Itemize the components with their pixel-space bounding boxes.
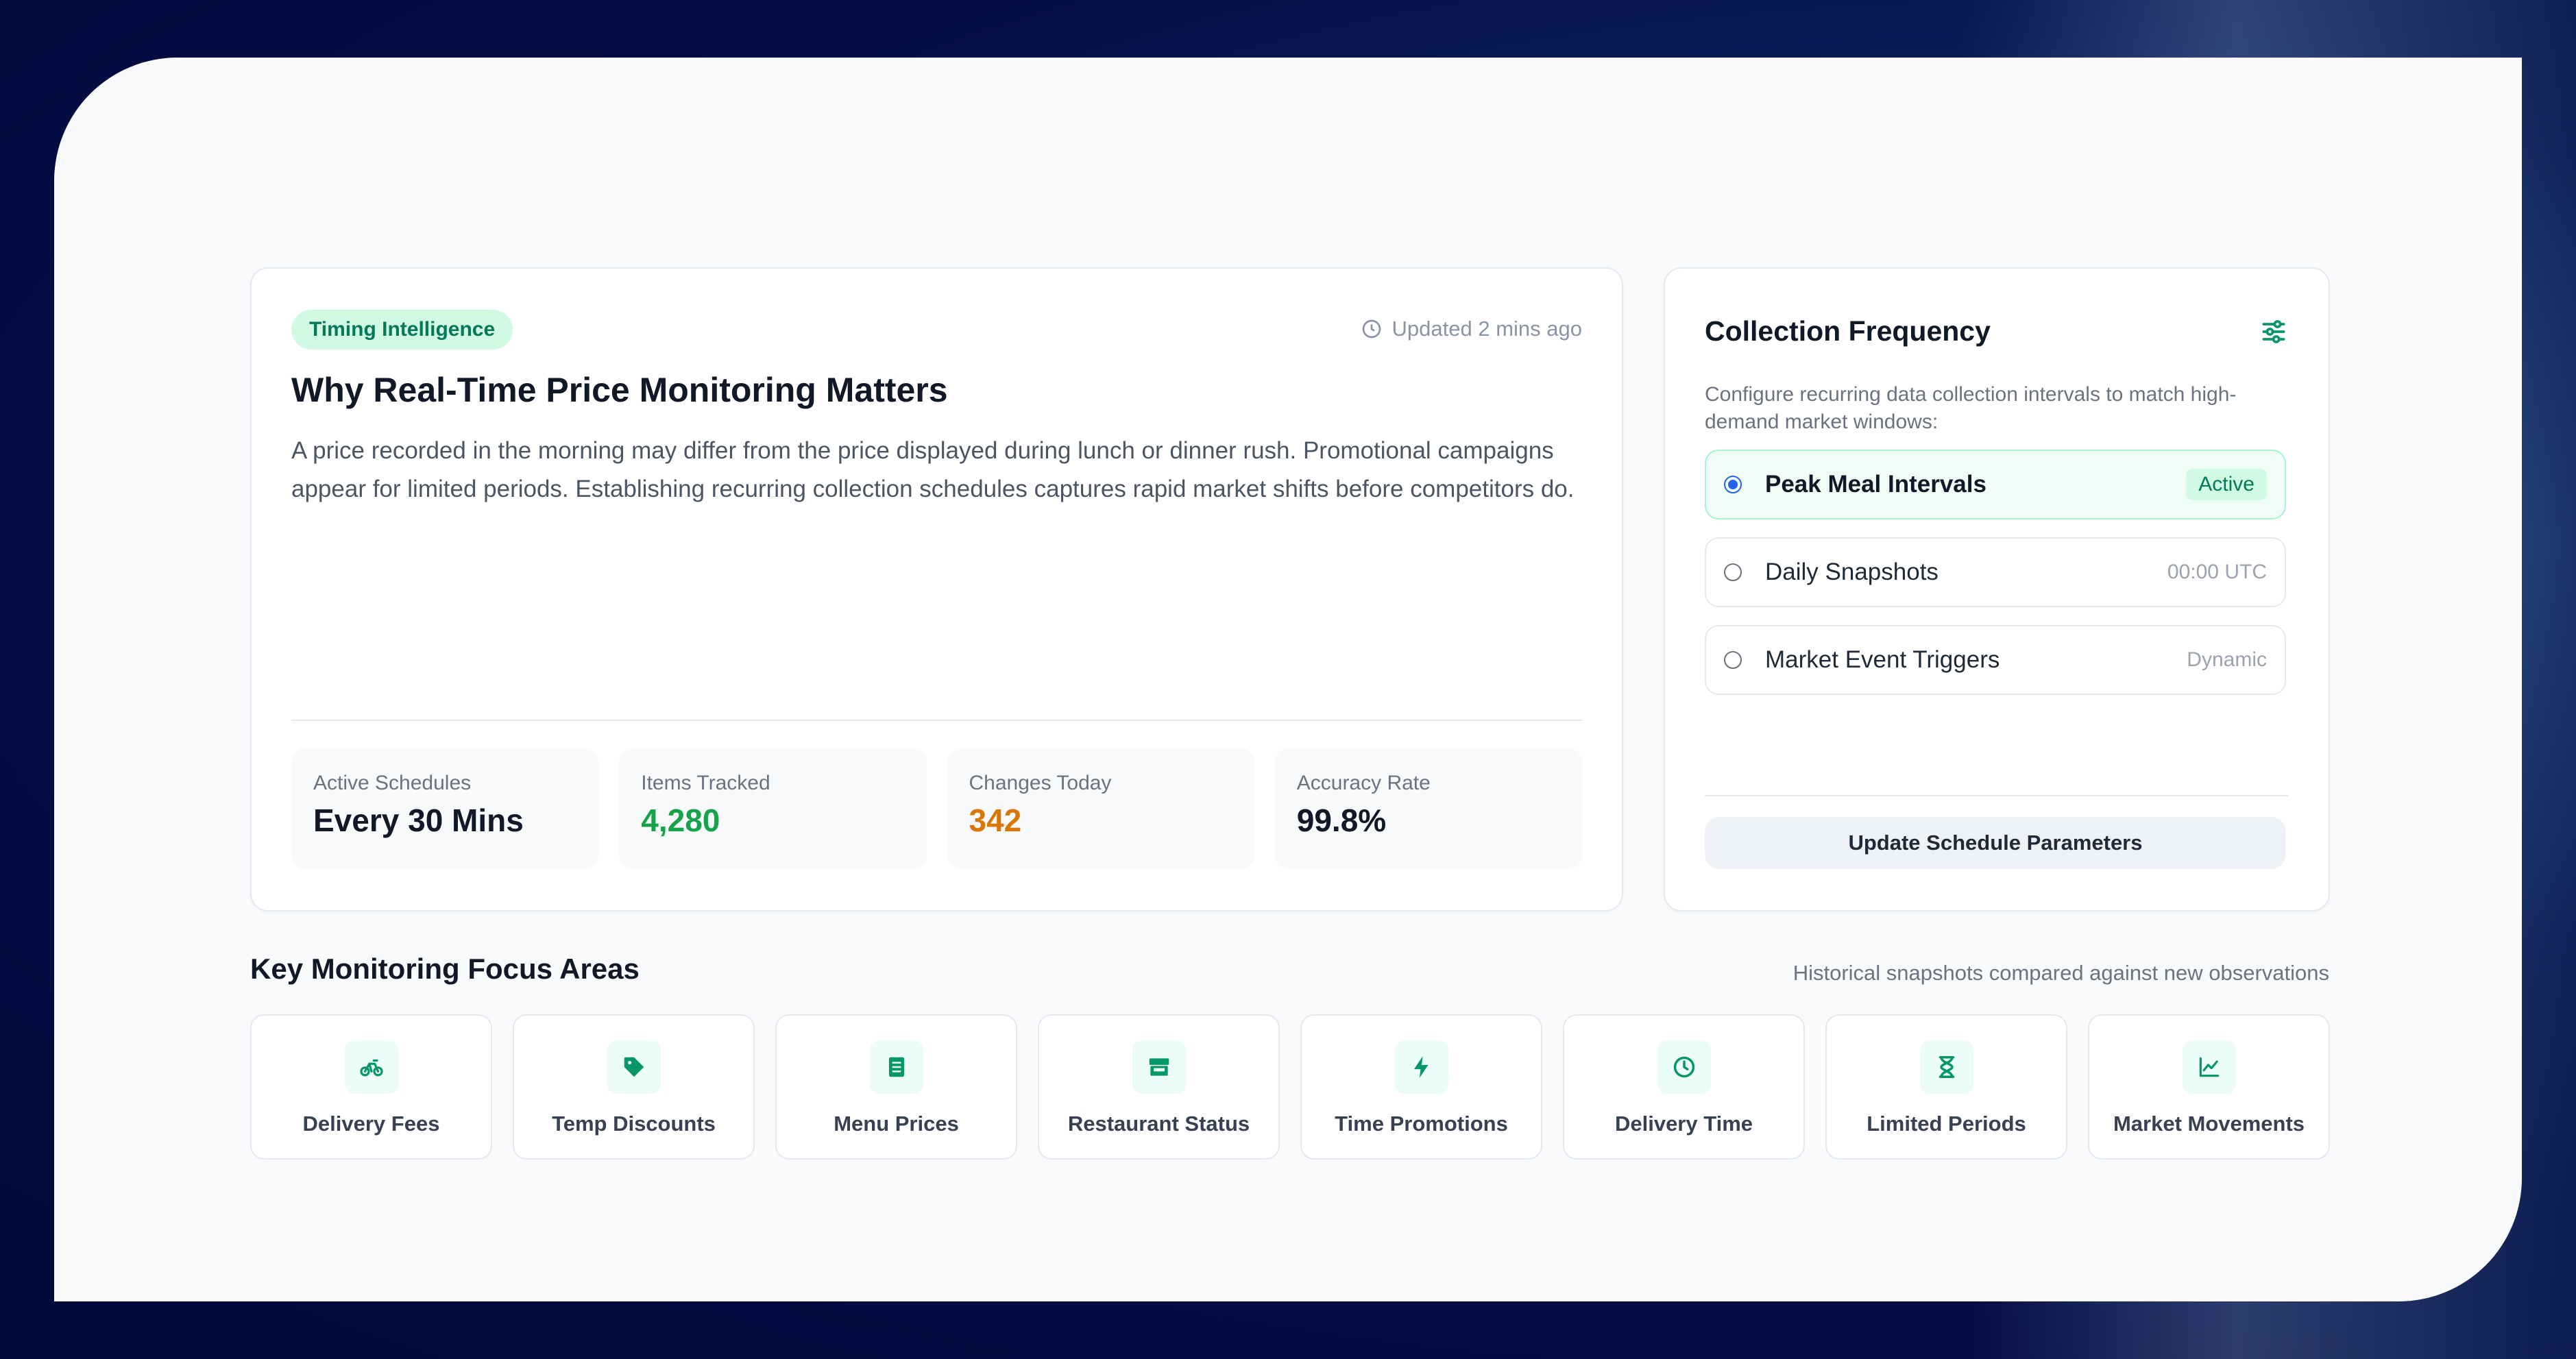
stats-row: Active Schedules Every 30 Mins Items Tra… (291, 748, 1582, 869)
stat-value: 342 (969, 803, 1022, 838)
option-meta: Dynamic (2187, 648, 2267, 671)
stat-changes-today: Changes Today 342 (947, 748, 1254, 869)
overview-card: Timing Intelligence Updated 2 mins ago W… (250, 267, 1623, 911)
line-chart-icon (2199, 1057, 2219, 1077)
focus-item-time-promotions[interactable]: Time Promotions (1300, 1014, 1542, 1160)
radio-unselected[interactable] (1724, 563, 1742, 581)
main-panel: Timing Intelligence Updated 2 mins ago W… (54, 58, 2522, 1301)
updated-text: Updated 2 mins ago (1392, 317, 1582, 341)
option-meta: 00:00 UTC (2167, 561, 2267, 583)
option-market-event-triggers[interactable]: Market Event Triggers Dynamic (1705, 625, 2286, 695)
focus-section-title: Key Monitoring Focus Areas (250, 953, 640, 985)
option-peak-meal-intervals[interactable]: Peak Meal Intervals Active (1705, 450, 2286, 519)
overview-title: Why Real-Time Price Monitoring Matters (291, 371, 948, 409)
focus-item-limited-periods[interactable]: Limited Periods (1825, 1014, 2067, 1160)
option-label: Daily Snapshots (1765, 559, 1939, 585)
bicycle-icon (359, 1059, 383, 1077)
focus-item-delivery-fees[interactable]: Delivery Fees (250, 1014, 492, 1160)
store-icon (1149, 1058, 1169, 1076)
stat-value: Every 30 Mins (313, 803, 524, 838)
option-label: Peak Meal Intervals (1765, 471, 1986, 498)
hourglass-icon (1939, 1056, 1954, 1078)
sliders-icon[interactable] (2259, 317, 2289, 347)
stat-value: 4,280 (641, 803, 720, 838)
option-label: Market Event Triggers (1765, 646, 2000, 673)
focus-icon-wrapper (1657, 1040, 1711, 1094)
clock-icon (1362, 319, 1381, 339)
focus-item-delivery-time[interactable]: Delivery Time (1563, 1014, 1805, 1160)
focus-item-restaurant-status[interactable]: Restaurant Status (1038, 1014, 1280, 1160)
focus-label: Limited Periods (1867, 1112, 2026, 1136)
focus-label: Menu Prices (834, 1112, 959, 1136)
clock-icon (1673, 1056, 1694, 1078)
focus-label: Restaurant Status (1067, 1112, 1250, 1136)
divider (291, 720, 1582, 721)
focus-label: Time Promotions (1335, 1112, 1508, 1136)
focus-item-market-movements[interactable]: Market Movements (2088, 1014, 2330, 1160)
focus-areas-row: Delivery Fees Temp Discounts Menu Prices… (250, 1014, 2330, 1160)
divider (1705, 795, 2289, 796)
focus-item-temp-discounts[interactable]: Temp Discounts (513, 1014, 755, 1160)
collection-frequency-card: Collection Frequency Configure recurring… (1664, 267, 2330, 911)
focus-icon-wrapper (2182, 1040, 2236, 1094)
stat-accuracy-rate: Accuracy Rate 99.8% (1274, 748, 1582, 869)
updated-status: Updated 2 mins ago (1361, 317, 1582, 341)
active-badge: Active (2186, 469, 2267, 500)
radio-unselected[interactable] (1724, 651, 1742, 669)
focus-icon-wrapper (1394, 1040, 1448, 1094)
stat-value: 99.8% (1296, 803, 1387, 838)
update-schedule-button[interactable]: Update Schedule Parameters (1705, 817, 2286, 869)
focus-icon-wrapper (869, 1040, 923, 1094)
stat-label: Items Tracked (641, 772, 770, 794)
focus-section-note: Historical snapshots compared against ne… (1793, 961, 2329, 985)
radio-selected[interactable] (1724, 476, 1742, 493)
stat-active-schedules: Active Schedules Every 30 Mins (291, 748, 599, 869)
overview-description: A price recorded in the morning may diff… (291, 437, 1575, 502)
frequency-title: Collection Frequency (1705, 315, 1991, 347)
focus-icon-wrapper (344, 1040, 398, 1094)
stat-label: Changes Today (969, 772, 1112, 794)
option-daily-snapshots[interactable]: Daily Snapshots 00:00 UTC (1705, 537, 2286, 607)
focus-icon-wrapper (1132, 1040, 1186, 1094)
menu-list-icon (888, 1057, 904, 1077)
stat-label: Accuracy Rate (1296, 772, 1431, 794)
stat-items-tracked: Items Tracked 4,280 (619, 748, 927, 869)
stat-label: Active Schedules (313, 772, 472, 794)
focus-icon-wrapper (1919, 1040, 1973, 1094)
focus-label: Market Movements (2113, 1112, 2305, 1136)
focus-icon-wrapper (607, 1040, 661, 1094)
focus-label: Delivery Time (1614, 1112, 1753, 1136)
focus-label: Temp Discounts (552, 1112, 716, 1136)
tag-icon (624, 1057, 644, 1077)
focus-label: Delivery Fees (302, 1112, 440, 1136)
timing-tag: Timing Intelligence (291, 310, 513, 350)
frequency-description: Configure recurring data collection inte… (1705, 383, 2237, 433)
focus-item-menu-prices[interactable]: Menu Prices (775, 1014, 1017, 1160)
lightning-icon (1413, 1056, 1428, 1078)
